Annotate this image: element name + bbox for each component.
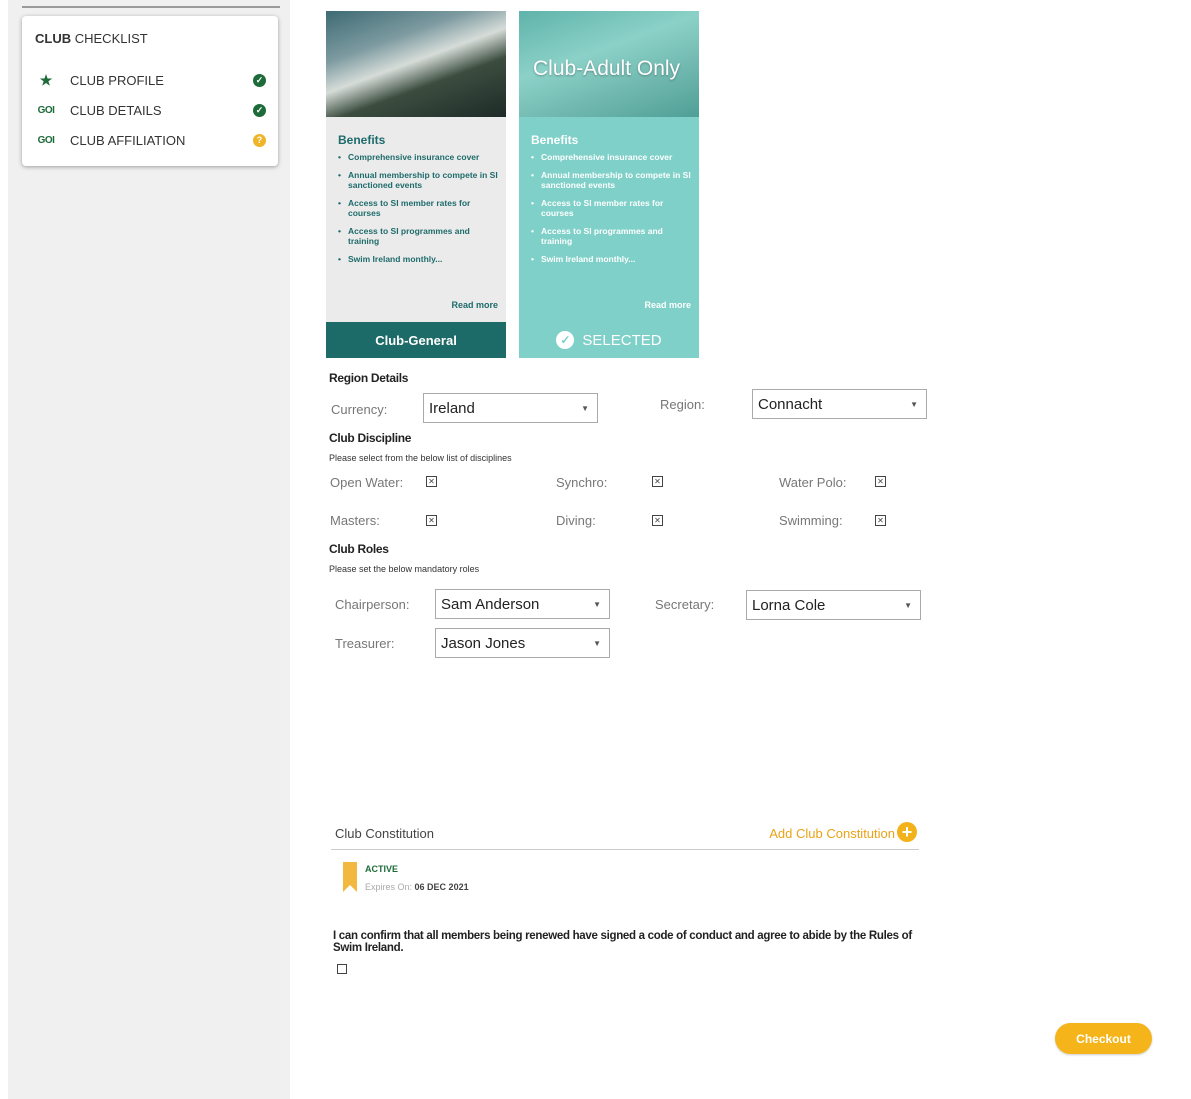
club-discipline-title: Club Discipline [329, 431, 412, 445]
chairperson-value: Sam Anderson [441, 595, 540, 613]
confirm-checkbox[interactable] [337, 964, 347, 974]
membership-card-club-adult-only[interactable]: Club-Adult Only Benefits Comprehensive i… [519, 11, 699, 358]
constitution-expiry: Expires On: 06 DEC 2021 [365, 882, 469, 892]
open-water-checkbox[interactable]: ✕ [426, 476, 437, 487]
treasurer-label: Treasurer: [335, 636, 395, 651]
masters-checkbox[interactable]: ✕ [426, 515, 437, 526]
synchro-label: Synchro: [556, 475, 608, 490]
discipline-hint: Please select from the below list of dis… [329, 453, 512, 463]
checklist-item-label: CLUB PROFILE [70, 72, 164, 88]
chairperson-label: Chairperson: [335, 597, 410, 612]
checklist-item-club-details[interactable]: GOI CLUB DETAILS ✓ [36, 100, 266, 120]
diving-label: Diving: [556, 513, 596, 528]
star-icon: ★ [39, 71, 53, 88]
checklist-item-club-affiliation[interactable]: GOI CLUB AFFILIATION ? [36, 130, 266, 150]
checklist-item-label: CLUB AFFILIATION [70, 132, 186, 148]
chevron-down-icon: ▼ [581, 404, 589, 413]
masters-label: Masters: [330, 513, 380, 528]
water-polo-label: Water Polo: [779, 475, 847, 490]
chairperson-select[interactable]: Sam Anderson ▼ [435, 589, 610, 619]
plus-circle-icon[interactable]: + [897, 822, 917, 842]
swimming-label: Swimming: [779, 513, 843, 528]
membership-caption: Club-Adult Only [533, 57, 681, 80]
select-club-general-button[interactable]: Club-General [326, 322, 506, 358]
swimming-checkbox[interactable]: ✕ [875, 515, 886, 526]
selected-label: SELECTED [582, 331, 662, 349]
checklist-title: CLUB CHECKLIST [35, 31, 148, 46]
benefit-item: Annual membership to compete in SI sanct… [531, 170, 691, 190]
question-circle-icon: ? [253, 133, 266, 147]
sidebar-top-divider [22, 0, 280, 8]
checkout-button[interactable]: Checkout [1055, 1023, 1152, 1054]
region-details-title: Region Details [329, 371, 409, 385]
region-label: Region: [660, 397, 705, 412]
chevron-down-icon: ▼ [904, 601, 912, 610]
open-water-label: Open Water: [330, 475, 404, 490]
bookmark-icon [343, 862, 357, 892]
selected-button[interactable]: ✓ SELECTED [519, 322, 699, 358]
club-roles-title: Club Roles [329, 542, 389, 556]
benefit-item: Swim Ireland monthly... [531, 254, 691, 264]
goi-icon: GOI [37, 104, 55, 116]
treasurer-value: Jason Jones [441, 634, 526, 652]
benefit-item: Access to SI member rates for courses [531, 198, 691, 218]
region-select[interactable]: Connacht ▼ [752, 389, 927, 419]
constitution-status: ACTIVE [365, 864, 399, 874]
secretary-select[interactable]: Lorna Cole ▼ [746, 590, 921, 620]
chevron-down-icon: ▼ [910, 400, 918, 409]
check-circle-icon: ✓ [556, 331, 575, 349]
benefit-item: Swim Ireland monthly... [338, 254, 498, 264]
water-polo-checkbox[interactable]: ✕ [875, 476, 886, 487]
benefit-item: Access to SI programmes and training [531, 226, 691, 246]
checklist-item-label: CLUB DETAILS [70, 102, 162, 118]
benefits-list: Benefits Comprehensive insurance cover A… [531, 133, 691, 272]
roles-hint: Please set the below mandatory roles [329, 564, 480, 574]
currency-value: Ireland [429, 399, 475, 417]
diving-checkbox[interactable]: ✕ [652, 515, 663, 526]
goi-icon: GOI [37, 134, 55, 146]
club-checklist-card: CLUB CHECKLIST ★ CLUB PROFILE ✓ GOI CLUB… [22, 16, 278, 166]
currency-label: Currency: [331, 402, 388, 417]
benefit-item: Access to SI programmes and training [338, 226, 498, 246]
benefits-title: Benefits [531, 133, 579, 147]
chevron-down-icon: ▼ [593, 600, 601, 609]
read-more-link[interactable]: Read more [644, 300, 691, 310]
secretary-value: Lorna Cole [752, 596, 826, 614]
benefit-item: Comprehensive insurance cover [338, 152, 498, 162]
add-constitution-link[interactable]: Add Club Constitution [769, 826, 895, 841]
read-more-link[interactable]: Read more [451, 300, 498, 310]
membership-card-club-general[interactable]: Benefits Comprehensive insurance cover A… [326, 11, 506, 358]
benefit-item: Annual membership to compete in SI sanct… [338, 170, 498, 190]
benefit-item: Access to SI member rates for courses [338, 198, 498, 218]
chevron-down-icon: ▼ [593, 639, 601, 648]
confirm-statement: I can confirm that all members being ren… [333, 930, 912, 954]
constitution-title: Club Constitution [335, 826, 434, 841]
sidebar: CLUB CHECKLIST ★ CLUB PROFILE ✓ GOI CLUB… [8, 0, 290, 1099]
check-circle-icon: ✓ [253, 73, 266, 87]
club-photo [326, 11, 506, 117]
region-value: Connacht [758, 395, 823, 413]
treasurer-select[interactable]: Jason Jones ▼ [435, 628, 610, 658]
currency-select[interactable]: Ireland ▼ [423, 393, 598, 423]
checklist-item-club-profile[interactable]: ★ CLUB PROFILE ✓ [36, 70, 266, 90]
secretary-label: Secretary: [655, 597, 715, 612]
benefit-item: Comprehensive insurance cover [531, 152, 691, 162]
check-circle-icon: ✓ [253, 103, 266, 117]
synchro-checkbox[interactable]: ✕ [652, 476, 663, 487]
benefits-list: Benefits Comprehensive insurance cover A… [338, 133, 498, 272]
club-constitution-header: Club Constitution Add Club Constitution … [331, 822, 919, 850]
benefits-title: Benefits [338, 133, 386, 147]
